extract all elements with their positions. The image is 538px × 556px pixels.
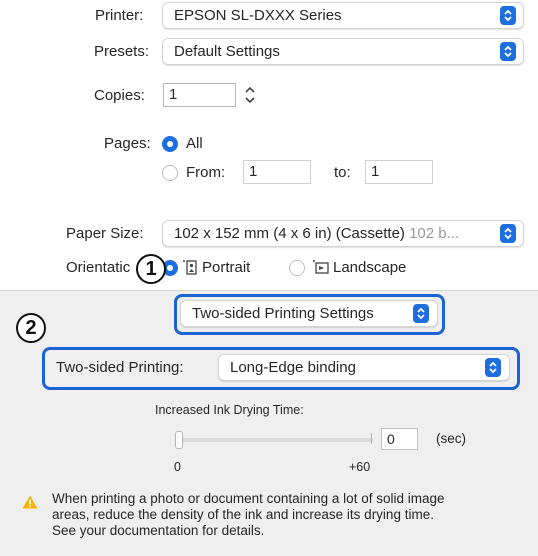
orientation-landscape-radio[interactable] (289, 260, 305, 276)
slider-tick (371, 433, 372, 444)
callout-number-1: 1 (136, 254, 166, 284)
copies-label: Copies: (94, 87, 145, 104)
pages-to-label: to: (334, 164, 351, 181)
drying-time-unit: (sec) (436, 431, 466, 446)
pages-all-label: All (186, 135, 203, 152)
orientation-label: Orientatic (66, 259, 131, 276)
orientation-portrait-label: Portrait (202, 259, 251, 276)
printer-value: EPSON SL-DXXX Series (174, 7, 342, 24)
drying-time-slider-track[interactable] (175, 438, 373, 442)
printer-chevron-icon (500, 6, 516, 25)
paper-size-label: Paper Size: (66, 225, 144, 242)
two-sided-value: Long-Edge binding (230, 359, 356, 376)
copies-stepper[interactable] (243, 82, 257, 108)
paper-size-chevron-icon (500, 224, 516, 243)
two-sided-chevron-icon (485, 358, 501, 377)
paper-size-value: 102 x 152 mm (4 x 6 in) (Cassette) (174, 225, 405, 242)
printer-popup[interactable]: EPSON SL-DXXX Series (162, 2, 524, 29)
two-sided-label: Two-sided Printing: (56, 359, 184, 376)
drying-time-title: Increased Ink Drying Time: (155, 403, 304, 417)
portrait-icon (183, 260, 197, 275)
warning-line-1: When printing a photo or document contai… (52, 491, 445, 506)
pages-label: Pages: (104, 135, 151, 152)
pages-from-label: From: (186, 164, 226, 181)
warning-line-3: See your documentation for details. (52, 523, 265, 538)
copies-input[interactable]: 1 (163, 83, 236, 107)
panel-menu-chevron-icon (413, 304, 429, 323)
callout-number-2: 2 (16, 313, 46, 343)
landscape-icon (313, 260, 329, 274)
pages-to-input[interactable]: 1 (365, 160, 433, 184)
presets-popup[interactable]: Default Settings (162, 38, 524, 65)
drying-time-input[interactable]: 0 (381, 428, 418, 450)
panel-menu-value: Two-sided Printing Settings (192, 305, 374, 322)
panel-menu-popup[interactable]: Two-sided Printing Settings (180, 300, 438, 327)
warning-line-2: areas, reduce the density of the ink and… (52, 507, 434, 522)
pages-from-radio[interactable] (162, 165, 178, 181)
paper-size-value-truncated: 102 b... (409, 225, 460, 242)
two-sided-popup[interactable]: Long-Edge binding (218, 354, 510, 381)
presets-chevron-icon (500, 42, 516, 61)
drying-time-min-label: 0 (174, 460, 181, 474)
pages-all-radio[interactable] (162, 136, 178, 152)
drying-time-slider-thumb[interactable] (175, 431, 183, 449)
presets-label: Presets: (94, 43, 150, 60)
drying-time-max-label: +60 (349, 460, 371, 474)
paper-size-popup[interactable]: 102 x 152 mm (4 x 6 in) (Cassette) 102 b… (162, 220, 524, 247)
pages-from-input[interactable]: 1 (243, 160, 311, 184)
orientation-landscape-label: Landscape (333, 259, 407, 276)
warning-icon (22, 495, 38, 509)
presets-value: Default Settings (174, 43, 280, 60)
printer-label: Printer: (95, 7, 144, 24)
